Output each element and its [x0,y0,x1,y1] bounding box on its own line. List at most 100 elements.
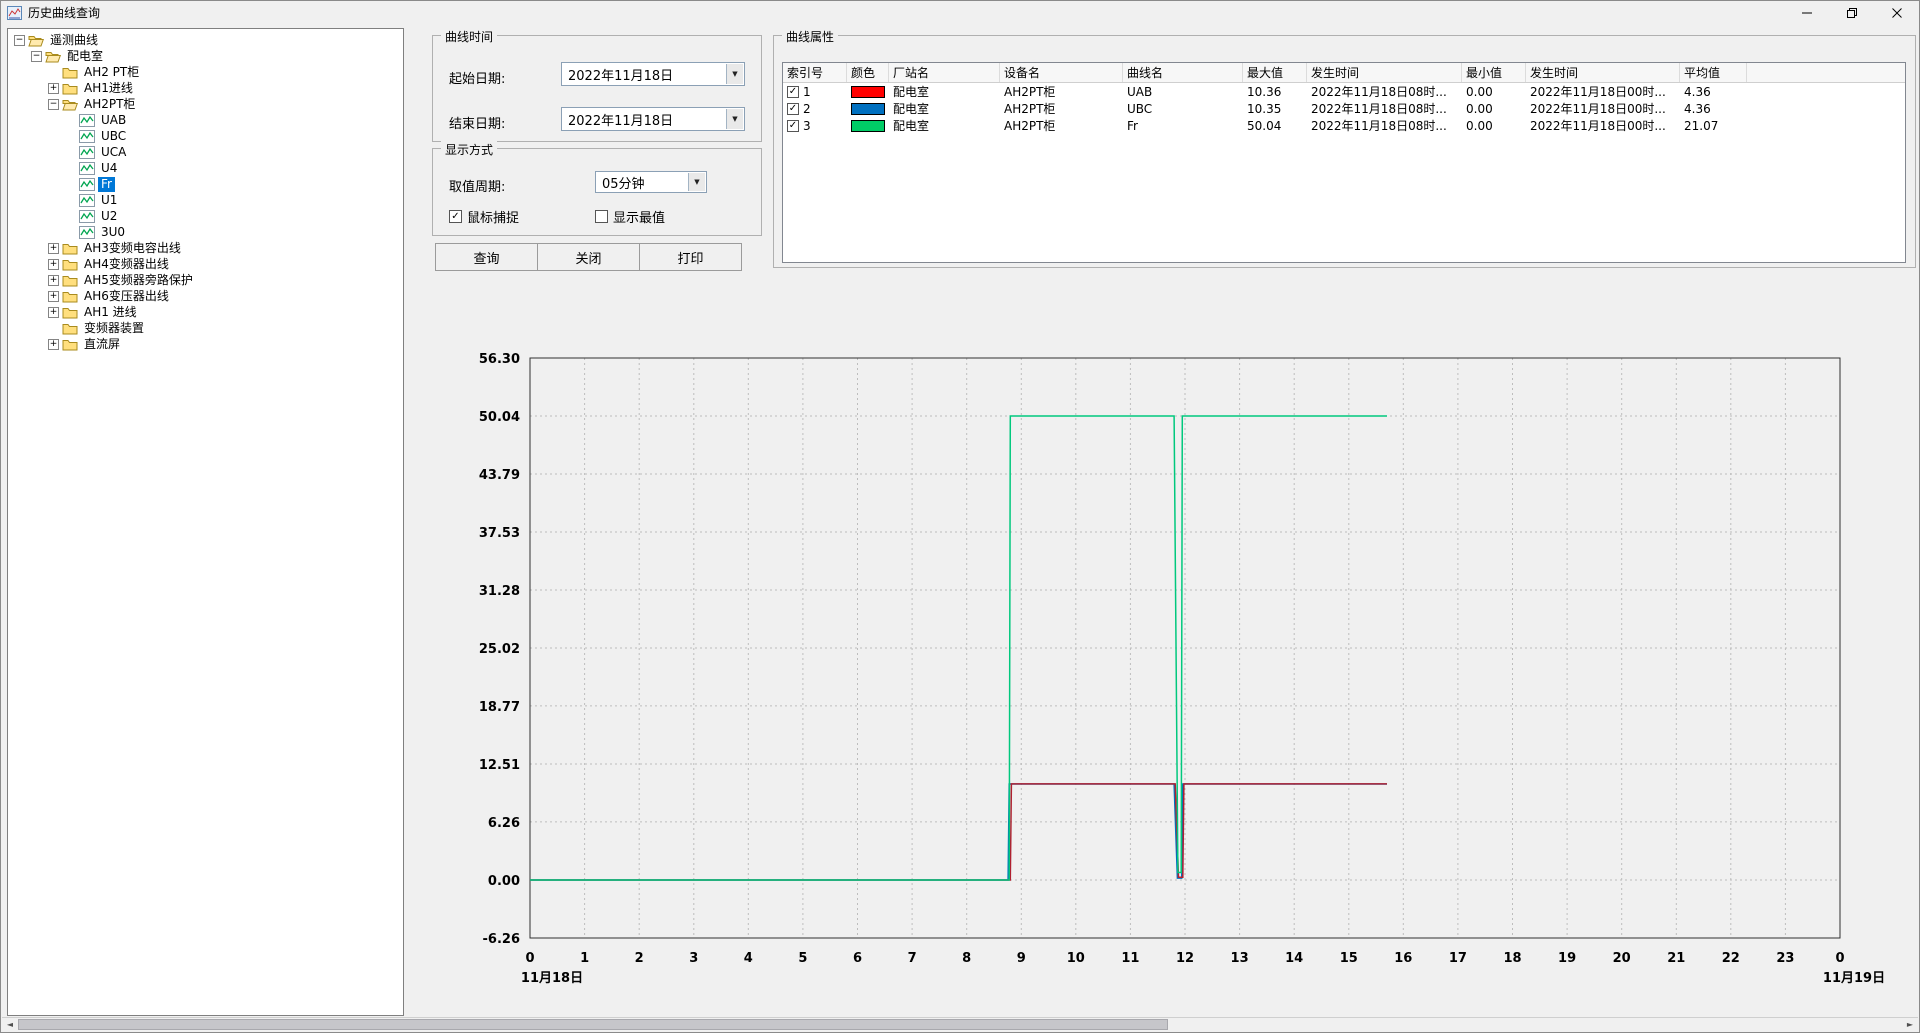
restore-button[interactable] [1829,1,1874,24]
collapse-icon[interactable]: − [14,35,25,46]
expand-icon[interactable]: + [48,243,59,254]
start-date-value: 2022年11月18日 [568,65,673,84]
folder-icon [62,66,78,79]
tree-item-label[interactable]: 配电室 [64,49,106,64]
column-header[interactable]: 厂站名 [889,63,1000,82]
table-row[interactable]: ✓3配电室AH2PT柜Fr50.042022年11月18日08时...0.002… [783,117,1905,134]
tree-item[interactable]: Fr [8,176,403,192]
expand-icon[interactable]: + [48,339,59,350]
row-checkbox[interactable]: ✓ [787,103,799,115]
mouse-capture-checkbox[interactable]: ✓ 鼠标捕捉 [449,207,519,226]
tree-item-label[interactable]: AH1进线 [81,81,136,96]
expand-icon[interactable]: + [48,291,59,302]
tree-item-label[interactable]: AH2PT柜 [81,97,138,112]
tree-item-label[interactable]: UBC [98,129,129,144]
tree-item[interactable]: + AH5变频器旁路保护 [8,272,403,288]
query-button[interactable]: 查询 [435,243,538,271]
tree-item-label[interactable]: UCA [98,145,129,160]
svg-text:4: 4 [744,951,753,966]
curve-time-group: 曲线时间 起始日期: 2022年11月18日 ▼ 结束日期: 2022年11月1… [432,35,762,142]
tree-item-label[interactable]: 变频器装置 [81,321,147,336]
action-button-row: 查询 关闭 打印 [435,243,742,271]
tree-item[interactable]: + AH1 进线 [8,304,403,320]
tree-item-label[interactable]: AH4变频器出线 [81,257,172,272]
curve-table-body: ✓1配电室AH2PT柜UAB10.362022年11月18日08时...0.00… [783,83,1905,134]
tree-item[interactable]: U1 [8,192,403,208]
tree-item[interactable]: + AH3变频电容出线 [8,240,403,256]
tree-item-label[interactable]: U4 [98,161,120,176]
period-combo[interactable]: 05分钟 ▼ [595,171,707,193]
column-header[interactable]: 设备名 [1000,63,1123,82]
chevron-down-icon[interactable]: ▼ [726,109,743,129]
expand-icon[interactable]: + [48,307,59,318]
tree-item[interactable]: − 遥测曲线 [8,32,403,48]
tree-item[interactable]: + AH4变频器出线 [8,256,403,272]
tree-item[interactable]: + 直流屏 [8,336,403,352]
scroll-left-icon[interactable]: ◄ [2,1018,18,1031]
scroll-right-icon[interactable]: ► [1902,1018,1918,1031]
column-header[interactable]: 发生时间 [1307,63,1462,82]
start-date-combo[interactable]: 2022年11月18日 ▼ [561,62,745,86]
tree-indent [65,179,76,190]
tree-item-label[interactable]: AH1 进线 [81,305,140,320]
row-index: 2 [803,102,811,116]
column-header[interactable]: 曲线名 [1123,63,1243,82]
tree-item-label[interactable]: Fr [98,177,115,192]
tree-item-label[interactable]: UAB [98,113,129,128]
expand-icon[interactable]: + [48,83,59,94]
tree-item[interactable]: + AH1进线 [8,80,403,96]
table-row[interactable]: ✓1配电室AH2PT柜UAB10.362022年11月18日08时...0.00… [783,83,1905,100]
column-header[interactable]: 索引号 [783,63,847,82]
tree-item-label[interactable]: 3U0 [98,225,128,240]
svg-text:14: 14 [1285,951,1303,966]
collapse-icon[interactable]: − [48,99,59,110]
tree-item[interactable]: UCA [8,144,403,160]
scrollbar-thumb[interactable] [18,1019,1168,1030]
tree-item-label[interactable]: AH2 PT柜 [81,65,142,80]
close-button[interactable]: 关闭 [537,243,640,271]
column-header[interactable]: 最大值 [1243,63,1307,82]
row-checkbox[interactable]: ✓ [787,86,799,98]
column-header[interactable]: 平均值 [1680,63,1747,82]
show-extremes-checkbox[interactable]: 显示最值 [595,207,665,226]
row-checkbox[interactable]: ✓ [787,120,799,132]
tree-item[interactable]: U2 [8,208,403,224]
tree-item-label[interactable]: AH6变压器出线 [81,289,172,304]
tree-item-label[interactable]: 直流屏 [81,337,123,352]
tree-item[interactable]: 变频器装置 [8,320,403,336]
tree-item-label[interactable]: U2 [98,209,120,224]
svg-text:0.00: 0.00 [488,874,520,889]
tree-item-label[interactable]: U1 [98,193,120,208]
tree-item[interactable]: UAB [8,112,403,128]
tree-item[interactable]: + AH6变压器出线 [8,288,403,304]
folder-open-icon [28,34,44,47]
tree-item[interactable]: UBC [8,128,403,144]
tree-indent [65,227,76,238]
print-button[interactable]: 打印 [639,243,742,271]
tree-item[interactable]: − 配电室 [8,48,403,64]
expand-icon[interactable]: + [48,259,59,270]
expand-icon[interactable]: + [48,275,59,286]
history-chart[interactable]: 56.3050.0443.7937.5331.2825.0218.7712.51… [422,346,1902,1018]
tree-item[interactable]: 3U0 [8,224,403,240]
column-header[interactable]: 最小值 [1462,63,1526,82]
chevron-down-icon[interactable]: ▼ [726,64,743,84]
tree-item[interactable]: − AH2PT柜 [8,96,403,112]
horizontal-scrollbar[interactable]: ◄ ► [2,1017,1918,1031]
tree-item[interactable]: U4 [8,160,403,176]
close-window-button[interactable] [1874,1,1919,24]
column-header[interactable]: 颜色 [847,63,889,82]
curve-icon [79,162,95,175]
tree-item[interactable]: AH2 PT柜 [8,64,403,80]
minimize-button[interactable] [1784,1,1829,24]
collapse-icon[interactable]: − [31,51,42,62]
checkbox-icon: ✓ [449,210,462,223]
tree-item-label[interactable]: 遥测曲线 [47,33,101,48]
curve-properties-group: 曲线属性 索引号颜色厂站名设备名曲线名最大值发生时间最小值发生时间平均值 ✓1配… [773,35,1916,268]
tree-item-label[interactable]: AH3变频电容出线 [81,241,184,256]
end-date-combo[interactable]: 2022年11月18日 ▼ [561,107,745,131]
column-header[interactable]: 发生时间 [1526,63,1680,82]
tree-item-label[interactable]: AH5变频器旁路保护 [81,273,196,288]
table-row[interactable]: ✓2配电室AH2PT柜UBC10.352022年11月18日08时...0.00… [783,100,1905,117]
chevron-down-icon[interactable]: ▼ [688,173,705,191]
